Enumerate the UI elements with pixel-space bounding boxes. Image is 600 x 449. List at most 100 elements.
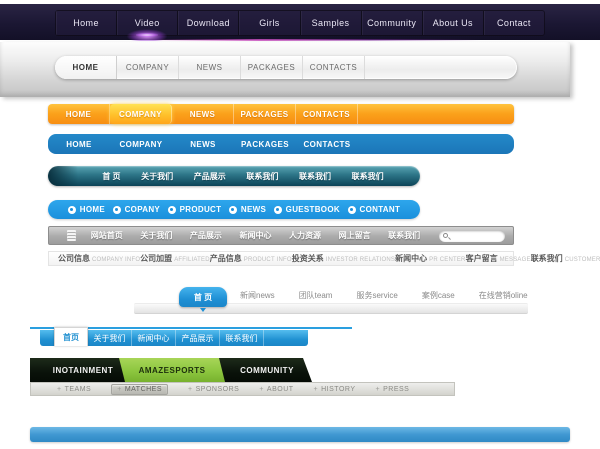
nav-template-showcase: Home Video Download Girls Samples Commun… [0, 0, 600, 449]
en-label: INVESTOR RELATIONS [326, 257, 395, 263]
purple-nav-item-contact[interactable]: Contact [483, 11, 544, 35]
silver-tab-contacts[interactable]: CONTACTS [303, 56, 365, 79]
sky-nav-guestbook[interactable]: GUESTBOOK [274, 205, 340, 214]
cn-label: 联系我们 [531, 253, 563, 264]
company-strip-investor[interactable]: 投资关系 INVESTOR RELATIONS [292, 253, 395, 264]
sports-sub-sponsors[interactable]: + SPONSORS [188, 386, 239, 393]
silver-tab-packages[interactable]: PACKAGES [241, 56, 303, 79]
company-strip-product[interactable]: 产品信息 PRODUCT INFO [210, 253, 292, 264]
blue-nav-news[interactable]: NEWS [172, 134, 234, 154]
sky-nav-news[interactable]: NEWS [229, 205, 266, 214]
purple-nav-item-girls[interactable]: Girls [238, 11, 299, 35]
sky-nav-contant[interactable]: CONTANT [348, 205, 401, 214]
purple-nav-item-home[interactable]: Home [56, 11, 116, 35]
blue-nav-packages[interactable]: PACKAGES [234, 134, 296, 154]
sports-nav-inotainment[interactable]: INOTAINMENT [38, 358, 128, 382]
tabrow-item-news[interactable]: 新闻news [240, 290, 275, 301]
teal-nav-home[interactable]: 首 页 [102, 171, 120, 182]
tabrow-item-case[interactable]: 案例case [422, 290, 455, 301]
company-strip-contact[interactable]: 联系我们 CUSTOMER SUPPORT [531, 253, 600, 264]
silver-tab-home[interactable]: HOME [55, 56, 117, 79]
page-icon[interactable] [67, 230, 76, 241]
en-label: AFFILIATED [174, 257, 210, 263]
company-strip-messages[interactable]: 客户留言 MESSAGE [466, 253, 531, 264]
plus-icon: + [117, 386, 122, 393]
orange-nav-news[interactable]: NEWS [172, 104, 234, 124]
teal-nav-about[interactable]: 关于我们 [141, 171, 173, 182]
cn-tab-about[interactable]: 关于我们 [88, 330, 132, 346]
company-strip-info[interactable]: 公司信息 COMPANY INFO [58, 253, 140, 264]
purple-nav-item-download[interactable]: Download [177, 11, 238, 35]
purple-nav-item-samples[interactable]: Samples [300, 11, 361, 35]
sports-sub-teams[interactable]: + TEAMS [57, 386, 91, 393]
sports-sub-sponsors-label: SPONSORS [196, 386, 240, 393]
cn-tab-contact[interactable]: 联系我们 [220, 330, 264, 346]
gray-nav-products[interactable]: 产品展示 [190, 230, 222, 241]
sky-nav-home[interactable]: HOME [68, 205, 105, 214]
sports-nav-bar: INOTAINMENT AMAZESPORTS COMMUNITY [30, 358, 312, 382]
silver-tab-company[interactable]: COMPANY [117, 56, 179, 79]
gray-nav-site-home[interactable]: 网站首页 [91, 230, 123, 241]
sports-nav-community[interactable]: COMMUNITY [226, 358, 308, 382]
cn-tab-products[interactable]: 产品展示 [176, 330, 220, 346]
purple-nav-menu: Home Video Download Girls Samples Commun… [55, 10, 545, 36]
teal-nav-contact-2[interactable]: 联系我们 [299, 171, 331, 182]
sky-nav-copany[interactable]: COPANY [113, 205, 160, 214]
sports-sub-press-label: PRESS [383, 386, 409, 393]
sky-nav-product-label: PRODUCT [180, 205, 222, 214]
purple-nav-item-aboutus[interactable]: About Us [422, 11, 483, 35]
sky-nav-contant-label: CONTANT [360, 205, 401, 214]
blue-nav-contacts[interactable]: CONTACTS [296, 134, 358, 154]
gray-nav-hr[interactable]: 人力资源 [289, 230, 321, 241]
tabrow-item-team[interactable]: 团队team [299, 290, 333, 301]
cn-tab-home[interactable]: 首页 [54, 327, 88, 346]
cn-label: 产品信息 [210, 253, 242, 264]
gray-nav-contact[interactable]: 联系我们 [388, 230, 420, 241]
sky-nav-news-label: NEWS [241, 205, 266, 214]
sports-sub-about-label: ABOUT [267, 386, 294, 393]
search-icon [443, 233, 448, 238]
orange-nav-contacts[interactable]: CONTACTS [296, 104, 358, 124]
en-label: MESSAGE [500, 257, 531, 263]
gray-nav-news-center[interactable]: 新闻中心 [239, 230, 271, 241]
blue-nav-company[interactable]: COMPANY [110, 134, 172, 154]
purple-nav-item-video[interactable]: Video [116, 11, 177, 35]
tabrow-item-online[interactable]: 在线营销oline [479, 290, 528, 301]
sports-sub-matches[interactable]: + MATCHES [111, 384, 168, 395]
teal-nav-contact-3[interactable]: 联系我们 [352, 171, 384, 182]
gray-nav-about[interactable]: 关于我们 [140, 230, 172, 241]
tabrow-active-tab-home[interactable]: 首 页 [179, 287, 227, 307]
gray-cn-nav-bar: 网站首页 关于我们 产品展示 新闻中心 人力资源 网上留言 联系我们 [48, 226, 514, 245]
sports-sub-about[interactable]: + ABOUT [259, 386, 293, 393]
sports-sub-history[interactable]: + HISTORY [314, 386, 356, 393]
teal-nav-products[interactable]: 产品展示 [194, 171, 226, 182]
orange-nav-company[interactable]: COMPANY [110, 104, 172, 124]
orange-nav-home[interactable]: HOME [48, 104, 110, 124]
sports-sub-press[interactable]: + PRESS [376, 386, 410, 393]
search-box[interactable] [439, 230, 505, 242]
sky-nav-home-label: HOME [80, 205, 105, 214]
silver-tab-news[interactable]: NEWS [179, 56, 241, 79]
orange-nav-packages[interactable]: PACKAGES [234, 104, 296, 124]
gray-cn-menu: 网站首页 关于我们 产品展示 新闻中心 人力资源 网上留言 联系我们 [82, 230, 439, 241]
bullet-dot-icon [113, 206, 121, 214]
bullet-dot-icon [348, 206, 356, 214]
purple-nav-item-community[interactable]: Community [361, 11, 422, 35]
tabrow-item-service[interactable]: 服务service [356, 290, 397, 301]
teal-nav-contact-1[interactable]: 联系我们 [246, 171, 278, 182]
blue-nav-bar: HOME COMPANY NEWS PACKAGES CONTACTS [48, 134, 514, 154]
plus-icon: + [259, 386, 264, 393]
cn-tab-news[interactable]: 新闻中心 [132, 330, 176, 346]
sports-nav-amazesports[interactable]: AMAZESPORTS [122, 358, 222, 382]
bullet-dot-icon [274, 206, 282, 214]
cn-label: 客户留言 [466, 253, 498, 264]
silver-tab-pill: HOME COMPANY NEWS PACKAGES CONTACTS [55, 56, 517, 79]
gray-nav-message[interactable]: 网上留言 [339, 230, 371, 241]
sky-nav-product[interactable]: PRODUCT [168, 205, 222, 214]
company-strip-affiliated[interactable]: 公司加盟 AFFILIATED [140, 253, 210, 264]
blue-nav-home[interactable]: HOME [48, 134, 110, 154]
en-label: PR CENTER [429, 257, 465, 263]
en-label: COMPANY INFO [92, 257, 140, 263]
company-strip-pr[interactable]: 新闻中心 PR CENTER [395, 253, 465, 264]
search-input[interactable] [451, 231, 501, 241]
